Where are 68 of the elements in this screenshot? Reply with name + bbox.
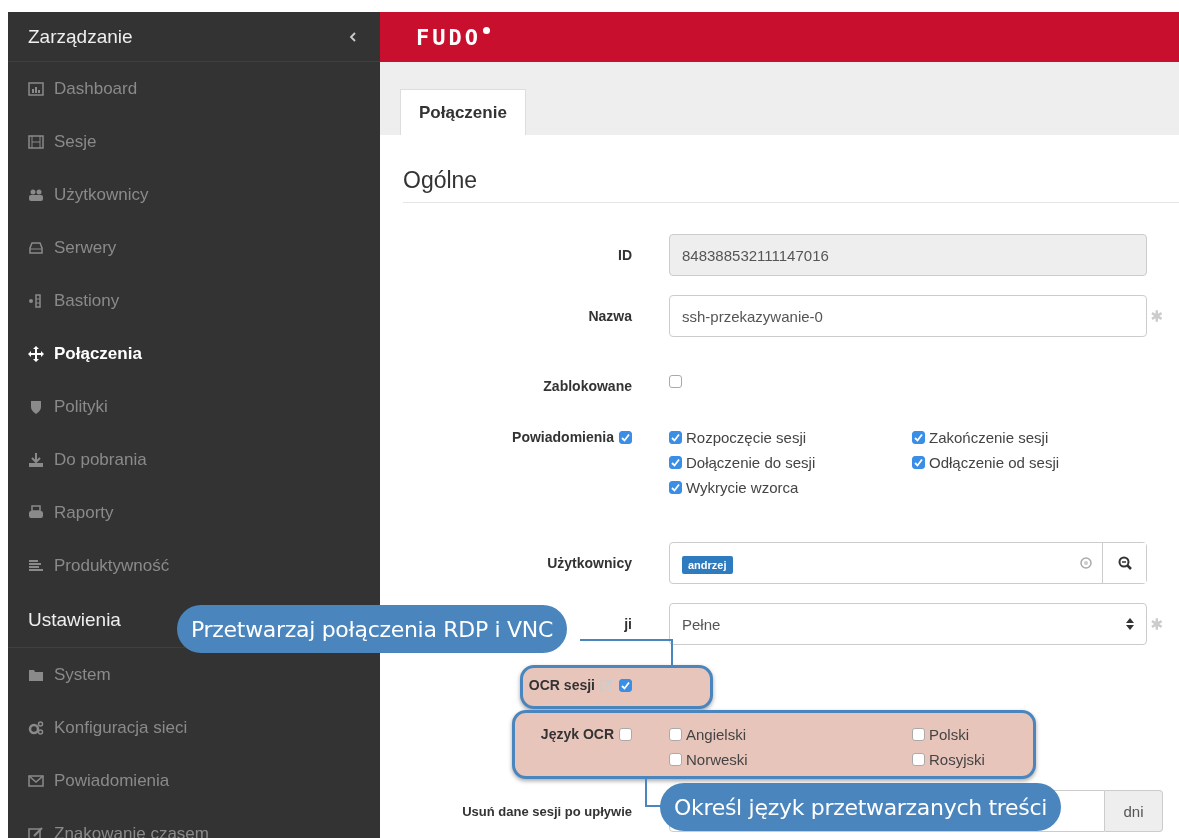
checkbox[interactable] [669, 430, 682, 444]
select-field[interactable]: Pełne [669, 603, 1148, 645]
download-icon [28, 451, 44, 468]
option-label: Wykrycie wzorca [686, 478, 799, 496]
section-title: Ogólne [403, 167, 1179, 203]
checkbox[interactable] [669, 480, 682, 494]
option-label: Odłączenie od sesji [929, 453, 1060, 471]
sidebar-item[interactable]: Bastiony [8, 274, 120, 327]
field-label: ID [618, 247, 632, 263]
envelope-icon [28, 772, 44, 789]
text-field[interactable]: ssh-przekazywanie-0 [669, 295, 1148, 337]
sidebar-item[interactable]: Użytkownicy [8, 168, 149, 221]
gears-icon [28, 719, 44, 736]
option-label: Angielski [686, 725, 747, 743]
field-label: Usuń dane sesji po upływie [462, 803, 632, 819]
clear-icon[interactable] [1080, 557, 1093, 569]
tags-field[interactable]: andrzej [669, 542, 1148, 584]
sidebar-item[interactable]: Połączenia [8, 327, 142, 380]
zoom-in-icon [1117, 556, 1132, 570]
film-icon [28, 133, 44, 150]
sidebar-item[interactable]: Znakowanie czasem [8, 807, 209, 838]
updown-icon [1126, 618, 1135, 630]
sidebar-item[interactable]: Sesje [8, 115, 97, 168]
user-tag[interactable]: andrzej [682, 555, 733, 574]
edit-icon [28, 825, 44, 838]
field-label: Nazwa [588, 308, 632, 324]
option-label: Zakończenie sesji [929, 428, 1049, 446]
option-label: Norweski [686, 750, 748, 768]
option-label: Dołączenie do sesji [686, 453, 816, 471]
checkbox[interactable] [912, 455, 925, 469]
field-label: OCR sesji [528, 677, 595, 693]
sidebar-item[interactable]: Dashboard [8, 62, 138, 115]
callout-tooltip: Przetwarzaj połączenia RDP i VNC [177, 605, 567, 653]
checkbox[interactable] [619, 430, 632, 444]
section-heading: Ustawienia [28, 608, 121, 631]
search-button[interactable] [1102, 543, 1147, 583]
shield-icon [28, 398, 44, 415]
tab[interactable]: Połączenie [400, 89, 526, 135]
field-label: Użytkownicy [547, 555, 632, 571]
list-icon [28, 557, 44, 574]
callout-tooltip: Określ język przetwarzanych treści [660, 783, 1062, 831]
network-icon [28, 292, 44, 309]
chevron-left-icon[interactable] [348, 30, 358, 43]
printer-icon [28, 504, 44, 521]
checkbox[interactable] [669, 455, 682, 469]
checkbox[interactable] [669, 375, 682, 388]
sidebar-item[interactable]: Konfiguracja sieci [8, 701, 188, 754]
section-heading: Zarządzanie [28, 25, 133, 48]
sidebar-item[interactable]: Powiadomienia [8, 754, 170, 807]
field-label: Zablokowane [543, 378, 632, 394]
sidebar-item[interactable]: Produktywność [8, 539, 170, 592]
drive-icon [28, 239, 44, 256]
sidebar-item[interactable]: Raporty [8, 486, 114, 539]
field-label: Powiadomienia [512, 429, 614, 445]
sidebar-item[interactable]: Serwery [8, 221, 117, 274]
option-label: Polski [929, 725, 969, 743]
sidebar-item[interactable]: Do pobrania [8, 433, 147, 486]
sidebar-item[interactable]: Polityki [8, 380, 108, 433]
option-label: Rosyjski [929, 750, 985, 768]
move-icon [28, 345, 44, 362]
sidebar-item[interactable]: System [8, 648, 111, 701]
unit-addon: dni [1105, 790, 1163, 832]
field-label: ji [624, 616, 632, 632]
checkbox[interactable] [912, 430, 925, 444]
chart-icon [28, 80, 44, 97]
field-label: Język OCR [540, 726, 614, 742]
option-label: Rozpoczęcie sesji [686, 428, 807, 446]
logo: FUDO [416, 24, 490, 50]
